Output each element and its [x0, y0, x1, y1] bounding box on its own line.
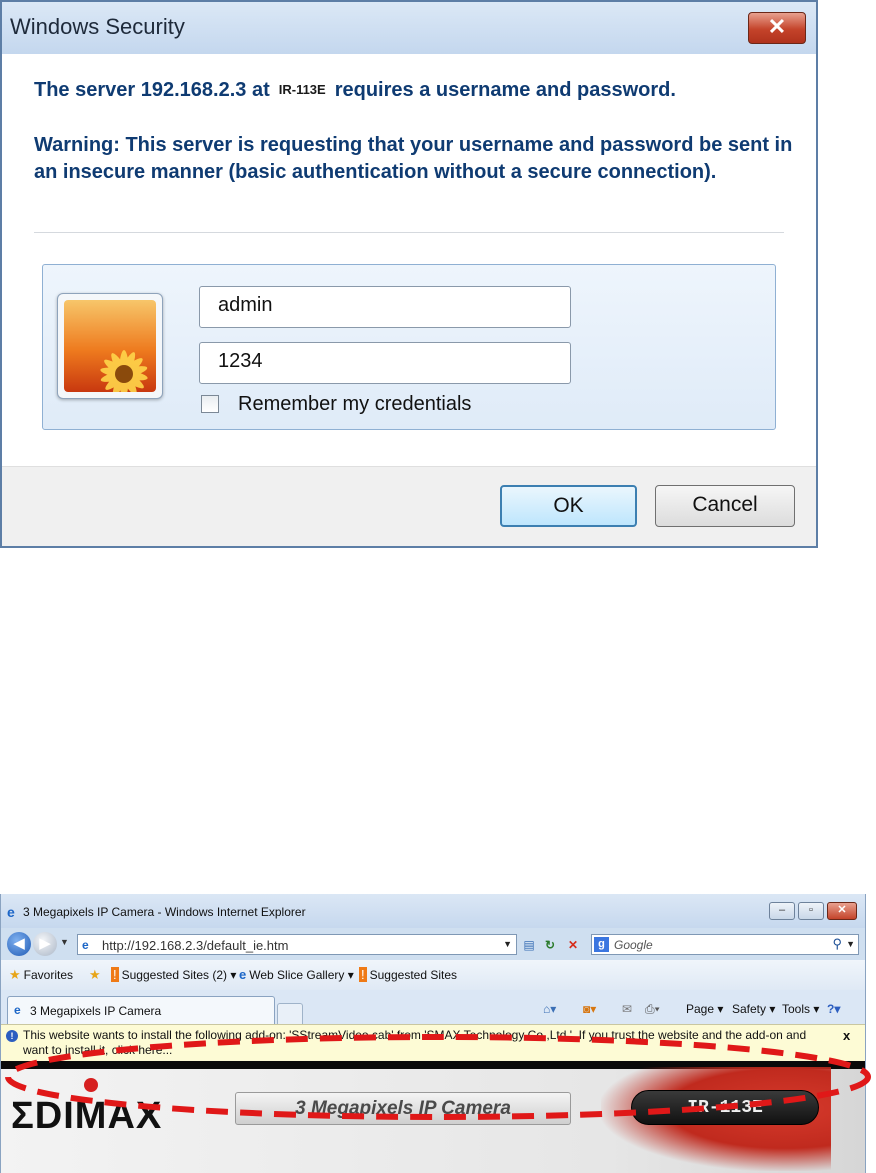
minimize-button[interactable]: –	[769, 902, 795, 920]
insecure-warning: Warning: This server is requesting that …	[34, 134, 793, 183]
password-field[interactable]: 1234	[199, 342, 571, 384]
close-icon[interactable]: ✕	[748, 12, 806, 44]
print-icon[interactable]: ⎙▾	[645, 1002, 660, 1017]
ie-window: e 3 Megapixels IP Camera - Windows Inter…	[0, 894, 866, 1173]
server-message-suffix: requires a username and password.	[334, 79, 676, 101]
favorites-star-icon: ★	[9, 967, 21, 982]
navigation-bar: ◀ ▶ ▼ e http://192.168.2.3/default_ie.ht…	[1, 928, 865, 960]
new-tab-button[interactable]	[277, 1003, 303, 1024]
remember-credentials-label[interactable]: Remember my credentials	[238, 393, 471, 416]
ie-titlebar: e 3 Megapixels IP Camera - Windows Inter…	[1, 894, 865, 928]
search-icon[interactable]: ⚲	[832, 936, 842, 952]
add-favorite-button[interactable]: ★	[89, 967, 104, 983]
remember-credentials-checkbox[interactable]	[201, 395, 219, 413]
forward-arrow-icon[interactable]: ▶	[33, 932, 57, 956]
mail-icon[interactable]: ✉	[622, 1002, 632, 1016]
page-menu[interactable]: Page ▾	[686, 1002, 723, 1016]
address-bar[interactable]: e http://192.168.2.3/default_ie.htm ▼	[77, 934, 517, 955]
favorites-button[interactable]: ★ Favorites	[9, 967, 73, 983]
tab-label: 3 Megapixels IP Camera	[30, 1004, 162, 1018]
favorite-link-suggested-sites-2[interactable]: ! Suggested Sites (2) ▾	[111, 967, 236, 982]
user-tile-image	[57, 293, 163, 399]
refresh-icon[interactable]: ↻	[542, 937, 558, 953]
ie-window-title: 3 Megapixels IP Camera - Windows Interne…	[23, 905, 306, 919]
favorite-link-suggested-sites[interactable]: ! Suggested Sites	[359, 967, 457, 982]
credentials-panel: admin 1234 Remember my credentials	[42, 264, 776, 430]
dialog-body: The server 192.168.2.3 at IR-113E requires…	[2, 54, 816, 466]
add-favorite-icon: ★	[89, 967, 101, 982]
header-banner: ΣDIMAX 3 Megapixels IP Camera IR-113E	[1, 1067, 865, 1173]
infobar-message[interactable]: This website wants to install the follow…	[23, 1028, 828, 1058]
dialog-footer: OK Cancel	[2, 466, 816, 546]
suggested-sites-icon: !	[111, 967, 119, 982]
tab-ip-camera[interactable]: e 3 Megapixels IP Camera	[7, 996, 275, 1024]
favorites-bar: ★ Favorites ★ ! Suggested Sites (2) ▾ e Web…	[1, 960, 865, 990]
ie-page-icon: e	[82, 938, 89, 952]
safety-menu[interactable]: Safety ▾	[732, 1002, 775, 1016]
tools-menu[interactable]: Tools ▾	[782, 1002, 819, 1016]
search-box[interactable]: g Google ⚲ ▼	[591, 934, 859, 955]
page-content: ΣDIMAX 3 Megapixels IP Camera IR-113E	[1, 1061, 865, 1173]
address-text[interactable]: http://192.168.2.3/default_ie.htm	[102, 938, 288, 953]
home-icon[interactable]: ⌂▾	[543, 1002, 556, 1016]
suggested-sites-icon: !	[359, 967, 367, 982]
tab-bar: e 3 Megapixels IP Camera ⌂▾ ◙▾ ✉ ⎙▾ Page…	[1, 990, 865, 1024]
model-badge: IR-113E	[631, 1090, 819, 1125]
windows-security-dialog: Windows Security ✕ The server 192.168.2.…	[0, 0, 818, 548]
ie-page-icon: e	[14, 1003, 21, 1017]
model-label: IR-113E	[687, 1098, 763, 1118]
logo-red-dot	[84, 1078, 98, 1092]
favorites-label: Favorites	[23, 968, 74, 982]
cancel-button[interactable]: Cancel	[655, 485, 795, 527]
window-close-button[interactable]: ✕	[827, 902, 857, 920]
server-message-prefix: The server 192.168.2.3 at	[34, 79, 270, 101]
feeds-icon[interactable]: ◙▾	[583, 1002, 596, 1016]
realm-label: IR-113E	[278, 82, 326, 97]
product-title: 3 Megapixels IP Camera	[295, 1098, 511, 1119]
help-icon[interactable]: ?▾	[827, 1002, 840, 1016]
favorite-link-label: Suggested Sites	[369, 968, 458, 982]
username-field[interactable]: admin	[199, 286, 571, 328]
search-input[interactable]: Google	[614, 938, 653, 952]
server-message: The server 192.168.2.3 at IR-113E requires…	[34, 79, 676, 102]
edimax-logo: ΣDIMAX	[11, 1095, 163, 1137]
google-icon: g	[594, 937, 609, 952]
address-dropdown-icon[interactable]: ▼	[503, 939, 512, 949]
divider	[34, 232, 784, 233]
infobar-close-icon[interactable]: x	[843, 1028, 850, 1043]
product-title-banner: 3 Megapixels IP Camera	[235, 1092, 571, 1125]
history-dropdown-icon[interactable]: ▼	[60, 937, 69, 947]
compatibility-icon[interactable]: ▤	[521, 937, 537, 953]
back-arrow-icon[interactable]: ◀	[7, 932, 31, 956]
favorite-link-label: Suggested Sites (2) ▾	[121, 968, 237, 982]
maximize-button[interactable]: ▫	[798, 902, 824, 920]
search-dropdown-icon[interactable]: ▼	[846, 939, 855, 949]
addon-information-bar[interactable]: ! This website wants to install the foll…	[1, 1024, 865, 1062]
stop-icon[interactable]: ✕	[565, 937, 581, 953]
dialog-title: Windows Security	[10, 14, 185, 39]
favorite-link-label: Web Slice Gallery ▾	[249, 968, 354, 982]
infobar-shield-icon: !	[6, 1030, 18, 1042]
ie-app-icon: e	[7, 904, 15, 920]
ie-page-icon: e	[239, 967, 247, 982]
favorite-link-web-slice-gallery[interactable]: e Web Slice Gallery ▾	[239, 967, 354, 982]
dialog-titlebar: Windows Security ✕	[2, 2, 816, 54]
ok-button[interactable]: OK	[500, 485, 637, 527]
